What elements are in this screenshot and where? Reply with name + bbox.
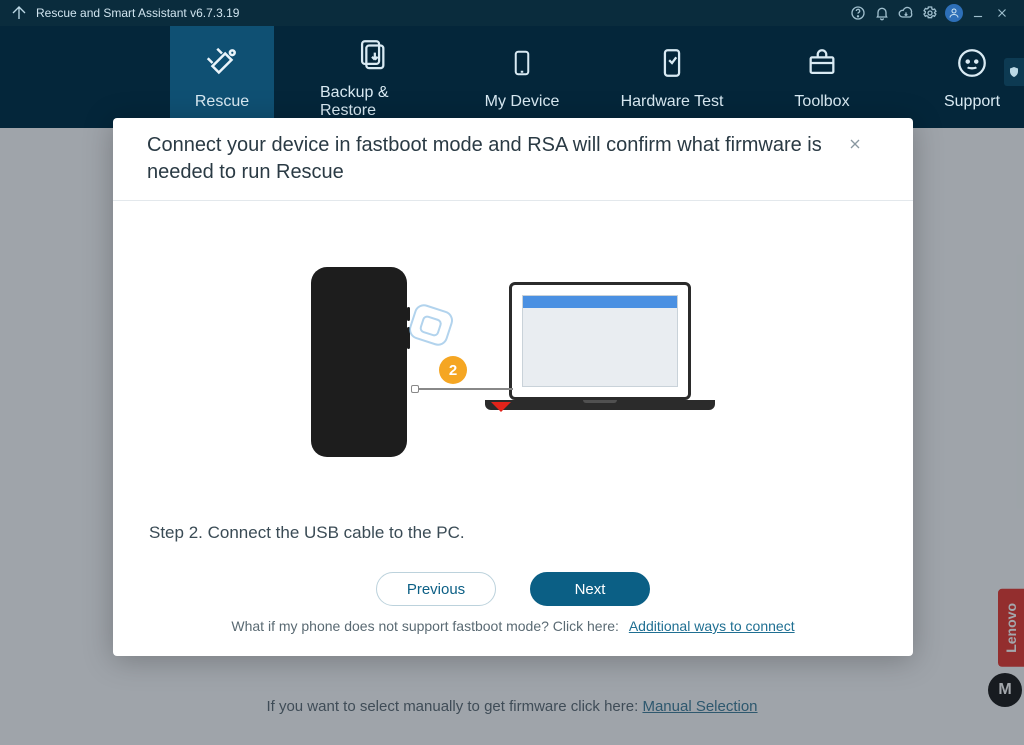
- laptop-icon: 2: [485, 282, 715, 442]
- nav-label: Hardware Test: [621, 93, 724, 111]
- modal-body: 2 Step 2. Connect the USB cable to the P…: [113, 201, 913, 572]
- connect-illustration: 2: [149, 237, 877, 487]
- hint-text: What if my phone does not support fastbo…: [231, 618, 619, 634]
- usb-plug-icon: [411, 385, 419, 393]
- step-number-badge: 2: [439, 356, 467, 384]
- modal-header: Connect your device in fastboot mode and…: [113, 118, 913, 201]
- next-button[interactable]: Next: [530, 572, 650, 606]
- close-icon[interactable]: [845, 132, 865, 156]
- close-window-icon[interactable]: [990, 1, 1014, 25]
- device-icon: [502, 43, 542, 83]
- help-icon[interactable]: [846, 1, 870, 25]
- nav-rescue[interactable]: Rescue: [170, 26, 274, 128]
- fastboot-connect-modal: Connect your device in fastboot mode and…: [113, 118, 913, 656]
- user-avatar[interactable]: [942, 1, 966, 25]
- titlebar: Rescue and Smart Assistant v6.7.3.19: [0, 0, 1024, 26]
- cloud-download-icon[interactable]: [894, 1, 918, 25]
- toolbox-icon: [802, 43, 842, 83]
- nav-hardware-test[interactable]: Hardware Test: [620, 26, 724, 128]
- wrench-icon: [202, 43, 242, 83]
- support-icon: [952, 43, 992, 83]
- minimize-icon[interactable]: [966, 1, 990, 25]
- additional-ways-link[interactable]: Additional ways to connect: [629, 618, 795, 634]
- nav-toolbox[interactable]: Toolbox: [770, 26, 874, 128]
- modal-title: Connect your device in fastboot mode and…: [147, 132, 833, 186]
- main-nav: Rescue Backup & Restore My Device Hardwa…: [0, 26, 1024, 128]
- hardware-test-icon: [652, 43, 692, 83]
- nav-my-device[interactable]: My Device: [470, 26, 574, 128]
- vibration-icon: [406, 302, 455, 349]
- bell-icon[interactable]: [870, 1, 894, 25]
- app-title: Rescue and Smart Assistant v6.7.3.19: [36, 6, 239, 20]
- nav-label: Support: [944, 93, 1000, 111]
- previous-button[interactable]: Previous: [376, 572, 496, 606]
- nav-label: Rescue: [195, 93, 249, 111]
- arrow-down-icon: [491, 402, 511, 412]
- modal-footer: Previous Next What if my phone does not …: [113, 572, 913, 656]
- nav-label: My Device: [485, 93, 560, 111]
- step-instruction: Step 2. Connect the USB cable to the PC.: [149, 523, 465, 543]
- fastboot-hint: What if my phone does not support fastbo…: [231, 618, 794, 634]
- nav-label: Toolbox: [794, 93, 849, 111]
- shield-icon[interactable]: [1004, 58, 1024, 86]
- usb-cable-icon: [417, 388, 513, 390]
- backup-icon: [352, 34, 392, 74]
- settings-icon[interactable]: [918, 1, 942, 25]
- app-logo-icon: [10, 4, 28, 22]
- nav-label: Backup & Restore: [320, 84, 424, 120]
- nav-backup-restore[interactable]: Backup & Restore: [320, 26, 424, 128]
- phone-icon: [311, 267, 407, 457]
